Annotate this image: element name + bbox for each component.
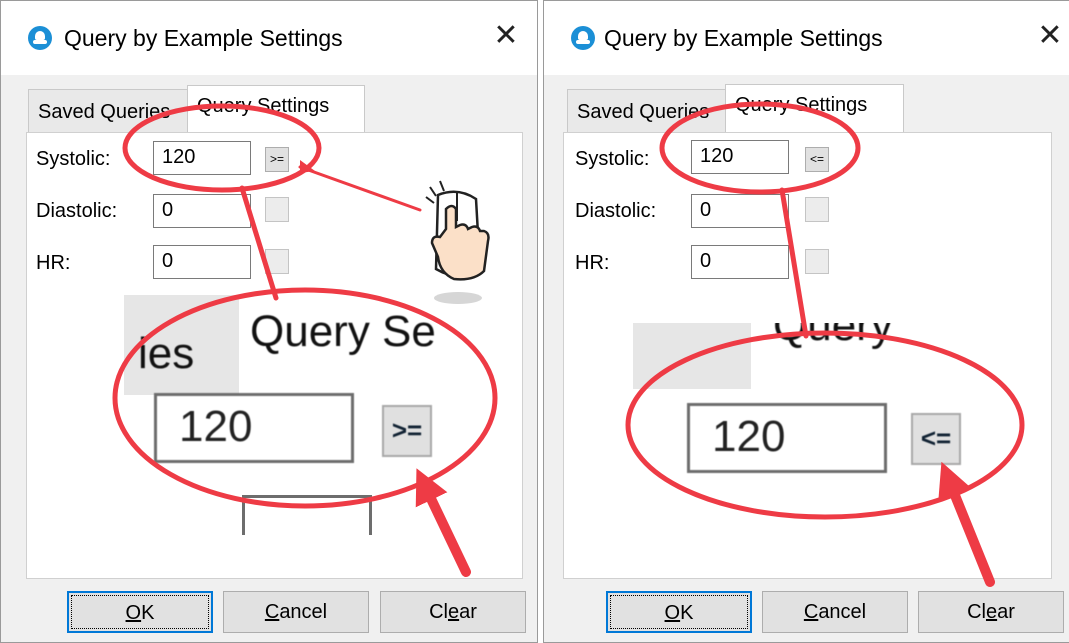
zoom-tab-partial: ies xyxy=(138,329,195,378)
cancel-button[interactable]: Cancel xyxy=(762,591,908,633)
clear-button[interactable]: Clear xyxy=(380,591,526,633)
tab-query-settings[interactable]: Query Settings xyxy=(725,84,904,132)
diastolic-input[interactable]: 0 xyxy=(153,194,251,228)
zoom-tab-label: Query Se xyxy=(250,307,436,356)
query-settings-dialog-left: Query by Example Settings ✕ Saved Querie… xyxy=(0,0,538,643)
cancel-button[interactable]: Cancel xyxy=(223,591,369,633)
tab-saved-queries[interactable]: Saved Queries xyxy=(567,89,732,133)
zoom-operator-button: >= xyxy=(382,405,432,457)
diastolic-label: Diastolic: xyxy=(36,200,118,222)
zoom-systolic-input: 120 xyxy=(687,403,887,473)
hr-input[interactable]: 0 xyxy=(153,245,251,279)
tab-query-settings[interactable]: Query Settings xyxy=(187,85,365,133)
systolic-operator-button[interactable]: >= xyxy=(265,147,289,172)
zoom-inset: ies Query Se 120 >= xyxy=(124,295,494,575)
hr-label: HR: xyxy=(36,252,71,274)
ok-button[interactable]: OK xyxy=(606,591,752,633)
diastolic-input[interactable]: 0 xyxy=(691,194,789,228)
diastolic-operator-button[interactable] xyxy=(805,197,829,222)
title-bar: Query by Example Settings ✕ xyxy=(1,1,537,75)
window-title: Query by Example Settings xyxy=(604,25,883,51)
systolic-input[interactable]: 120 xyxy=(691,140,789,174)
tab-saved-queries[interactable]: Saved Queries xyxy=(28,89,188,133)
query-settings-dialog-right: Query by Example Settings ✕ Saved Querie… xyxy=(543,0,1069,643)
systolic-operator-button[interactable]: <= xyxy=(805,147,829,172)
zoom-systolic-input: 120 xyxy=(154,393,354,463)
systolic-input[interactable]: 120 xyxy=(153,141,251,175)
systolic-label: Systolic: xyxy=(575,148,650,170)
hr-label: HR: xyxy=(575,252,610,274)
zoom-diastolic-input xyxy=(242,495,372,535)
zoom-operator-button: <= xyxy=(911,413,961,465)
diastolic-label: Diastolic: xyxy=(575,200,657,222)
ok-button[interactable]: OK xyxy=(67,591,213,633)
close-button[interactable]: ✕ xyxy=(489,19,523,53)
query-settings-panel: Systolic: 120 >= Diastolic: 0 HR: 0 ies … xyxy=(26,132,523,579)
title-bar: Query by Example Settings ✕ xyxy=(544,1,1069,75)
close-button[interactable]: ✕ xyxy=(1033,19,1067,53)
diastolic-operator-button[interactable] xyxy=(265,197,289,222)
app-icon xyxy=(571,26,595,50)
window-title: Query by Example Settings xyxy=(64,25,343,51)
hr-operator-button[interactable] xyxy=(265,249,289,274)
zoom-tab-label: Query xyxy=(773,323,893,350)
hr-operator-button[interactable] xyxy=(805,249,829,274)
zoom-tab-inactive xyxy=(633,323,751,389)
app-icon xyxy=(28,26,52,50)
clear-button[interactable]: Clear xyxy=(918,591,1064,633)
query-settings-panel: Systolic: 120 <= Diastolic: 0 HR: 0 Quer… xyxy=(563,132,1052,579)
zoom-inset: Query 120 <= xyxy=(633,323,1033,573)
hr-input[interactable]: 0 xyxy=(691,245,789,279)
systolic-label: Systolic: xyxy=(36,148,111,170)
